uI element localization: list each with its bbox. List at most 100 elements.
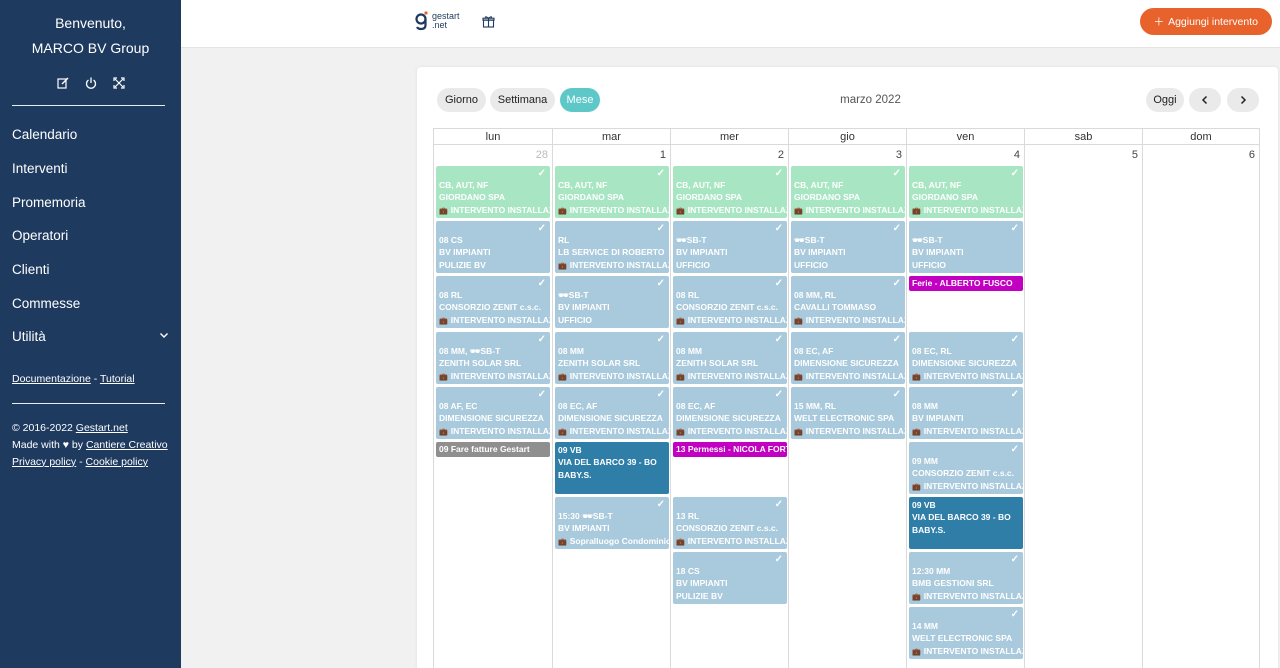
event-line: INTERVENTO INSTALLAZIONE [558,425,669,439]
sidebar-item-promemoria[interactable]: Promemoria [0,185,181,219]
weekday-header: sab [1025,128,1143,145]
cantiere-link[interactable]: Cantiere Creativo [86,439,168,451]
gift-icon[interactable] [482,15,495,31]
day-number[interactable]: 5 [1132,149,1138,161]
event-line: GIORDANO SPA [912,192,978,203]
day-cell[interactable]: 2 ✓CB, AUT, NFGIORDANO SPAINTERVENTO INST… [671,145,789,668]
day-cell[interactable]: 28 ✓CB, AUT, NFGIORDANO SPAINTERVENTO INS… [434,145,553,668]
event-line: 08 MM [912,401,938,411]
event-line: VIA DEL BARCO 39 - BO [912,512,1011,523]
edit-icon[interactable] [56,77,69,89]
day-number[interactable]: 2 [778,149,784,161]
prev-month-button[interactable] [1189,88,1221,112]
day-cell[interactable]: 3 ✓CB, AUT, NFGIORDANO SPAINTERVENTO INST… [789,145,907,668]
calendar-event[interactable]: ✓ 08 EC, AF DIMENSIONE SICUREZZAINTERVENTO… [673,387,787,439]
calendar-event[interactable]: ✓ 08 MM ZENITH SOLAR SRLINTERVENTO INSTALL… [673,332,787,384]
weekday-header: dom [1143,128,1260,145]
calendar-event[interactable]: 09 VB VIA DEL BARCO 39 - BO BABY.S. [909,497,1023,549]
next-month-button[interactable] [1227,88,1259,112]
calendar-event[interactable]: ✓ 🕶SB-T BV IMPIANTI UFFICIO [791,221,905,273]
calendar-event[interactable]: ✓ 08 MM, 🕶SB-T ZENITH SOLAR SRLINTERVENTO … [436,332,550,384]
calendar-event[interactable]: ✓ 13 RL CONSORZIO ZENIT c.s.c.INTERVENTO I… [673,497,787,549]
calendar-event[interactable]: ✓ 14 MM WELT ELECTRONIC SPAINTERVENTO INST… [909,607,1023,659]
calendar-event[interactable]: ✓ 08 EC, AF DIMENSIONE SICUREZZAINTERVENTO… [791,332,905,384]
day-number[interactable]: 28 [536,149,548,161]
calendar-event[interactable]: ✓ 08 MM BV IMPIANTIINTERVENTO INSTALLAZION… [909,387,1023,439]
day-number[interactable]: 6 [1249,149,1255,161]
event-line: CONSORZIO ZENIT c.s.c. [912,468,1015,479]
sidebar-item-calendario[interactable]: Calendario [0,118,181,152]
sidebar-item-clienti[interactable]: Clienti [0,253,181,287]
calendar-event[interactable]: ✓ 08 AF, EC DIMENSIONE SICUREZZAINTERVENTO… [436,387,550,439]
event-line: INTERVENTO INSTALLAZIONE [912,590,1023,604]
event-line: 🕶SB-T [794,235,825,245]
calendar-event[interactable]: ✓ 08 MM, RL CAVALLI TOMMASOINTERVENTO INST… [791,276,905,328]
sidebar-item-label: Utilità [12,329,46,345]
calendar-event[interactable]: ✓ RL LB SERVICE DI ROBERTOINTERVENTO INSTA… [555,221,669,273]
event-line: 08 RL [676,290,700,300]
calendar-event[interactable]: ✓ 🕶SB-T BV IMPIANTI UFFICIO [555,276,669,328]
calendar-event[interactable]: ✓ CB, AUT, NF GIORDANO SPAINTERVENTO INSTA… [436,166,550,218]
calendar-event[interactable]: 09 VB VIA DEL BARCO 39 - BO BABY.S. [555,442,669,494]
sidebar-divider [12,402,165,404]
event-line: ZENITH SOLAR SRL [558,358,641,369]
sidebar-item-utilita[interactable]: Utilità [0,320,181,354]
sidebar-item-operatori[interactable]: Operatori [0,219,181,253]
day-cell[interactable]: 6 [1143,145,1260,668]
calendar-event[interactable]: ✓ 08 MM ZENITH SOLAR SRLINTERVENTO INSTALL… [555,332,669,384]
event-line: WELT ELECTRONIC SPA [912,633,1013,644]
calendar-event[interactable]: ✓ 15 MM, RL WELT ELECTRONIC SPAINTERVENTO … [791,387,905,439]
day-cell[interactable]: 4 ✓CB, AUT, NFGIORDANO SPAINTERVENTO INST… [907,145,1025,668]
privacy-link[interactable]: Privacy policy [12,456,76,468]
calendar-event[interactable]: ✓ 🕶SB-T BV IMPIANTI UFFICIO [909,221,1023,273]
tutorial-link[interactable]: Tutorial [100,373,135,385]
documentazione-link[interactable]: Documentazione [12,373,91,385]
welcome-user: MARCO BV Group [31,40,150,56]
calendar-event[interactable]: ✓ 08 RL CONSORZIO ZENIT c.s.c.INTERVENTO I… [436,276,550,328]
today-button[interactable]: Oggi [1146,88,1184,112]
calendar-event[interactable]: 13 Permessi - NICOLA FORTI [673,442,787,457]
calendar-event[interactable]: ✓ CB, AUT, NF GIORDANO SPAINTERVENTO INSTA… [909,166,1023,218]
calendar-event[interactable]: ✓ 15:30 🕶SB-T BV IMPIANTISopralluogo Condo… [555,497,669,549]
calendar-event[interactable]: ✓ CB, AUT, NF GIORDANO SPAINTERVENTO INSTA… [673,166,787,218]
check-icon: ✓ [537,334,546,345]
calendar-event[interactable]: ✓ 09 MM CONSORZIO ZENIT c.s.c.INTERVENTO I… [909,442,1023,494]
event-line: BV IMPIANTI [794,247,846,258]
fullscreen-icon[interactable] [112,77,125,89]
event-line: 08 MM, 🕶SB-T [439,346,501,356]
calendar-event[interactable]: 09 Fare fatture Gestart [436,442,550,457]
calendar-event[interactable]: ✓ CB, AUT, NF GIORDANO SPAINTERVENTO INSTA… [791,166,905,218]
event-line: 18 CS [676,566,700,576]
gestart-logo[interactable]: gestart .net [415,11,460,31]
check-icon: ✓ [656,389,665,400]
day-cell[interactable]: 5 [1025,145,1143,668]
calendar-event[interactable]: ✓ 12:30 MM BMB GESTIONI SRLINTERVENTO INST… [909,552,1023,604]
calendar-event[interactable]: ✓ 08 RL CONSORZIO ZENIT c.s.c.INTERVENTO I… [673,276,787,328]
sidebar-footer: © 2016-2022 Gestart.net Made with ♥ by C… [0,420,181,471]
event-line: VIA DEL BARCO 39 - BO [558,457,657,468]
day-cell[interactable]: 1 ✓CB, AUT, NFGIORDANO SPAINTERVENTO INST… [553,145,671,668]
gestart-link[interactable]: Gestart.net [76,422,128,434]
calendar-event[interactable]: ✓ 18 CS BV IMPIANTI PULIZIE BV [673,552,787,604]
event-line: INTERVENTO INSTALLAZIONE [794,425,905,439]
sidebar-item-interventi[interactable]: Interventi [0,152,181,186]
sidebar-item-commesse[interactable]: Commesse [0,286,181,320]
power-icon[interactable] [85,77,97,89]
day-number[interactable]: 3 [896,149,902,161]
calendar-event[interactable]: Ferie - ALBERTO FUSCO [909,276,1023,291]
day-number[interactable]: 1 [660,149,666,161]
event-line: GIORDANO SPA [794,192,860,203]
add-intervento-button[interactable]: ＋ Aggiungi intervento [1139,8,1272,35]
day-number[interactable]: 4 [1014,149,1020,161]
event-line: UFFICIO [912,259,946,270]
event-line: ZENITH SOLAR SRL [676,358,759,369]
check-icon: ✓ [656,223,665,234]
check-icon: ✓ [892,168,901,179]
calendar-event[interactable]: ✓ 🕶SB-T BV IMPIANTI UFFICIO [673,221,787,273]
cookie-link[interactable]: Cookie policy [86,456,148,468]
calendar-event[interactable]: ✓ 08 EC, AF DIMENSIONE SICUREZZAINTERVENTO… [555,387,669,439]
calendar-event[interactable]: ✓ 08 EC, RL DIMENSIONE SICUREZZAINTERVENTO… [909,332,1023,384]
event-line: INTERVENTO INSTALLAZIONE [439,425,550,439]
calendar-event[interactable]: ✓ CB, AUT, NF GIORDANO SPAINTERVENTO INSTA… [555,166,669,218]
calendar-event[interactable]: ✓ 08 CS BV IMPIANTI PULIZIE BV [436,221,550,273]
